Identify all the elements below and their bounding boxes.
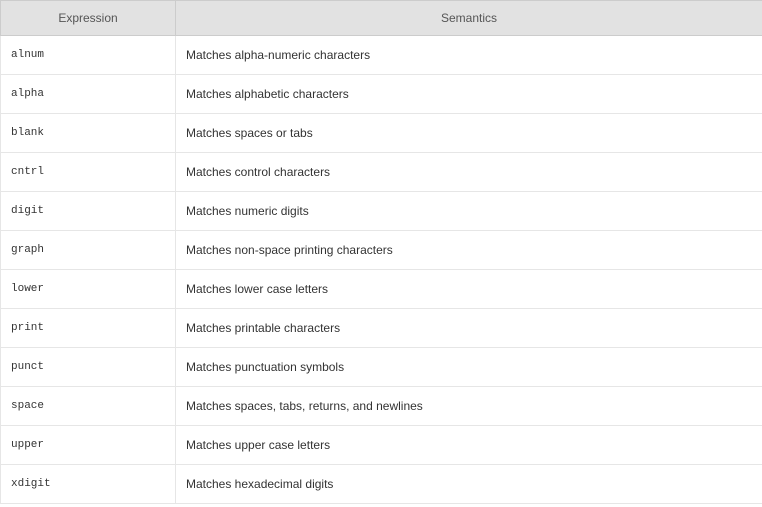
cell-semantics: Matches spaces, tabs, returns, and newli… xyxy=(176,387,762,426)
table-row: upper Matches upper case letters xyxy=(1,426,762,465)
cell-semantics: Matches upper case letters xyxy=(176,426,762,465)
cell-semantics: Matches alphabetic characters xyxy=(176,75,762,114)
cell-expression: xdigit xyxy=(1,465,176,504)
cell-semantics: Matches printable characters xyxy=(176,309,762,348)
table-row: print Matches printable characters xyxy=(1,309,762,348)
cell-expression: punct xyxy=(1,348,176,387)
cell-expression: alnum xyxy=(1,36,176,75)
cell-semantics: Matches control characters xyxy=(176,153,762,192)
cell-expression: alpha xyxy=(1,75,176,114)
cell-expression: digit xyxy=(1,192,176,231)
cell-semantics: Matches numeric digits xyxy=(176,192,762,231)
cell-semantics: Matches hexadecimal digits xyxy=(176,465,762,504)
cell-semantics: Matches punctuation symbols xyxy=(176,348,762,387)
posix-class-table: Expression Semantics alnum Matches alpha… xyxy=(0,0,762,504)
cell-semantics: Matches spaces or tabs xyxy=(176,114,762,153)
cell-semantics: Matches alpha-numeric characters xyxy=(176,36,762,75)
cell-semantics: Matches lower case letters xyxy=(176,270,762,309)
header-semantics: Semantics xyxy=(176,1,762,36)
cell-expression: upper xyxy=(1,426,176,465)
table-row: space Matches spaces, tabs, returns, and… xyxy=(1,387,762,426)
table-row: blank Matches spaces or tabs xyxy=(1,114,762,153)
table-row: digit Matches numeric digits xyxy=(1,192,762,231)
cell-expression: graph xyxy=(1,231,176,270)
cell-semantics: Matches non-space printing characters xyxy=(176,231,762,270)
table-row: xdigit Matches hexadecimal digits xyxy=(1,465,762,504)
table-row: cntrl Matches control characters xyxy=(1,153,762,192)
table-row: punct Matches punctuation symbols xyxy=(1,348,762,387)
cell-expression: cntrl xyxy=(1,153,176,192)
cell-expression: print xyxy=(1,309,176,348)
cell-expression: blank xyxy=(1,114,176,153)
header-expression: Expression xyxy=(1,1,176,36)
table-row: lower Matches lower case letters xyxy=(1,270,762,309)
table-row: alpha Matches alphabetic characters xyxy=(1,75,762,114)
table-row: graph Matches non-space printing charact… xyxy=(1,231,762,270)
cell-expression: space xyxy=(1,387,176,426)
table-row: alnum Matches alpha-numeric characters xyxy=(1,36,762,75)
table-header-row: Expression Semantics xyxy=(1,1,762,36)
cell-expression: lower xyxy=(1,270,176,309)
